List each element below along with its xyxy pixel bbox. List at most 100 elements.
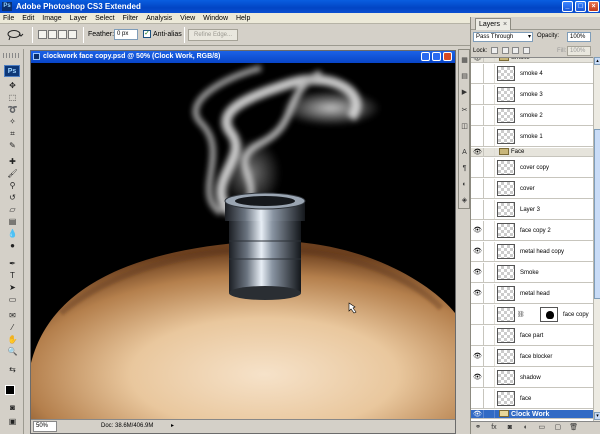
layer-style-icon[interactable]: fx	[489, 423, 499, 433]
healing-brush-icon[interactable]: ✚	[6, 157, 19, 167]
visibility-eye-icon[interactable]: 👁	[472, 221, 484, 240]
tab-layers[interactable]: Layers ×	[475, 18, 512, 30]
blend-mode-select[interactable]: Pass Through	[473, 32, 533, 42]
visibility-toggle[interactable]	[472, 305, 484, 324]
visibility-eye-icon[interactable]: 👁	[472, 347, 484, 366]
visibility-eye-icon[interactable]: 👁	[472, 148, 484, 156]
layer-row[interactable]: 👁 Smoke	[471, 263, 593, 283]
document-canvas[interactable]	[31, 63, 455, 419]
link-toggle[interactable]	[485, 148, 495, 156]
magic-wand-icon[interactable]: ✧	[6, 117, 19, 127]
layer-row[interactable]: smoke 4	[471, 64, 593, 84]
foreground-color-swatch[interactable]	[5, 385, 15, 395]
link-toggle[interactable]	[485, 85, 495, 104]
visibility-toggle[interactable]	[472, 127, 484, 146]
lock-all-button[interactable]	[523, 46, 531, 54]
menu-help[interactable]: Help	[233, 13, 253, 24]
zoom-tool-icon[interactable]: 🔍	[6, 347, 19, 357]
maximize-button[interactable]: □	[575, 1, 586, 12]
lock-position-button[interactable]	[512, 46, 520, 54]
layer-row[interactable]: cover copy	[471, 158, 593, 178]
layer-group-row[interactable]: 👁 Clock Work	[471, 410, 593, 419]
screen-mode-icon[interactable]: ▣	[6, 417, 19, 427]
doc-minimize-button[interactable]	[421, 52, 430, 61]
crop-tool-icon[interactable]: ⌗	[6, 129, 19, 139]
layer-row[interactable]: face part	[471, 326, 593, 346]
menu-image[interactable]: Image	[39, 13, 64, 24]
lock-transparency-button[interactable]	[491, 46, 499, 54]
menu-file[interactable]: File	[0, 13, 17, 24]
visibility-toggle[interactable]	[472, 389, 484, 408]
link-layers-icon[interactable]: ⚭	[473, 423, 483, 433]
quick-mask-icon[interactable]: ◙	[6, 403, 19, 413]
link-toggle[interactable]	[485, 305, 495, 324]
layer-row[interactable]: smoke 1	[471, 127, 593, 147]
doc-maximize-button[interactable]	[432, 52, 441, 61]
layer-group-row[interactable]: 👁 Smoke	[471, 58, 593, 63]
close-icon[interactable]: ×	[503, 21, 507, 28]
history-brush-icon[interactable]: ↺	[6, 193, 19, 203]
layer-row[interactable]: face	[471, 389, 593, 409]
brush-tool-icon[interactable]: 🖌	[6, 169, 19, 179]
zoom-field[interactable]: 50%	[33, 421, 57, 432]
visibility-eye-icon[interactable]: 👁	[472, 284, 484, 303]
visibility-toggle[interactable]	[472, 179, 484, 198]
layer-row[interactable]: 👁 face copy 2	[471, 221, 593, 241]
pen-tool-icon[interactable]: ✒	[6, 259, 19, 269]
feather-input[interactable]: 0 px	[114, 29, 138, 40]
link-toggle[interactable]	[485, 158, 495, 177]
visibility-toggle[interactable]	[472, 326, 484, 345]
layer-row[interactable]: smoke 3	[471, 85, 593, 105]
adjustment-layer-icon[interactable]: ◐	[521, 423, 531, 433]
link-toggle[interactable]	[485, 347, 495, 366]
new-selection-button[interactable]	[38, 30, 47, 39]
doc-close-button[interactable]	[443, 52, 452, 61]
visibility-eye-icon[interactable]: 👁	[472, 242, 484, 261]
slice-tool-icon[interactable]: ✎	[6, 141, 19, 151]
menu-analysis[interactable]: Analysis	[143, 13, 175, 24]
visibility-eye-icon[interactable]: 👁	[472, 263, 484, 282]
hand-tool-icon[interactable]: ✋	[6, 335, 19, 345]
shape-tool-icon[interactable]: ▭	[6, 295, 19, 305]
layer-group-row[interactable]: 👁 Face	[471, 148, 593, 157]
tool-presets-icon[interactable]: ✂	[460, 106, 469, 115]
layer-row[interactable]: cover	[471, 179, 593, 199]
antialias-checkbox[interactable]: ✓	[143, 30, 151, 38]
menu-select[interactable]: Select	[92, 13, 117, 24]
visibility-eye-icon[interactable]: 👁	[472, 368, 484, 387]
menu-edit[interactable]: Edit	[19, 13, 37, 24]
link-toggle[interactable]	[485, 200, 495, 219]
link-toggle[interactable]	[485, 127, 495, 146]
toolbox-grip[interactable]	[3, 53, 21, 58]
link-toggle[interactable]	[485, 263, 495, 282]
blur-tool-icon[interactable]: 💧	[6, 229, 19, 239]
close-button[interactable]: ×	[588, 1, 599, 12]
new-layer-icon[interactable]: ▢	[553, 423, 563, 433]
link-toggle[interactable]	[485, 284, 495, 303]
visibility-toggle[interactable]	[472, 158, 484, 177]
brushes-panel-icon[interactable]: ◫	[460, 122, 469, 131]
marquee-tool-icon[interactable]: ⬚	[6, 93, 19, 103]
character-panel-icon[interactable]: A	[460, 148, 469, 157]
visibility-eye-icon[interactable]: 👁	[472, 410, 484, 418]
layer-row[interactable]: ⛓ face copy	[471, 305, 593, 325]
eyedropper-icon[interactable]: ⁄	[6, 323, 19, 333]
layer-row[interactable]: 👁 metal head	[471, 284, 593, 304]
subtract-selection-button[interactable]	[58, 30, 67, 39]
menu-layer[interactable]: Layer	[67, 13, 91, 24]
notes-tool-icon[interactable]: ✉	[6, 311, 19, 321]
clone-stamp-icon[interactable]: ⚲	[6, 181, 19, 191]
swap-colors-icon[interactable]: ⇆	[6, 365, 19, 375]
navigator-panel-icon[interactable]: ▦	[460, 56, 469, 65]
paragraph-panel-icon[interactable]: ¶	[460, 164, 469, 173]
lasso-tool-icon[interactable]	[6, 29, 24, 41]
actions-panel-icon[interactable]: ▶	[460, 88, 469, 97]
link-toggle[interactable]	[485, 242, 495, 261]
layer-row[interactable]: 👁 shadow	[471, 368, 593, 388]
photoshop-logo[interactable]: Ps	[4, 65, 20, 77]
dodge-tool-icon[interactable]: ●	[6, 241, 19, 251]
fill-input[interactable]: 100%	[567, 46, 591, 56]
document-title-bar[interactable]: clockwork face copy.psd @ 50% (Clock Wor…	[31, 51, 455, 63]
minimize-button[interactable]: _	[562, 1, 573, 12]
link-toggle[interactable]	[485, 221, 495, 240]
